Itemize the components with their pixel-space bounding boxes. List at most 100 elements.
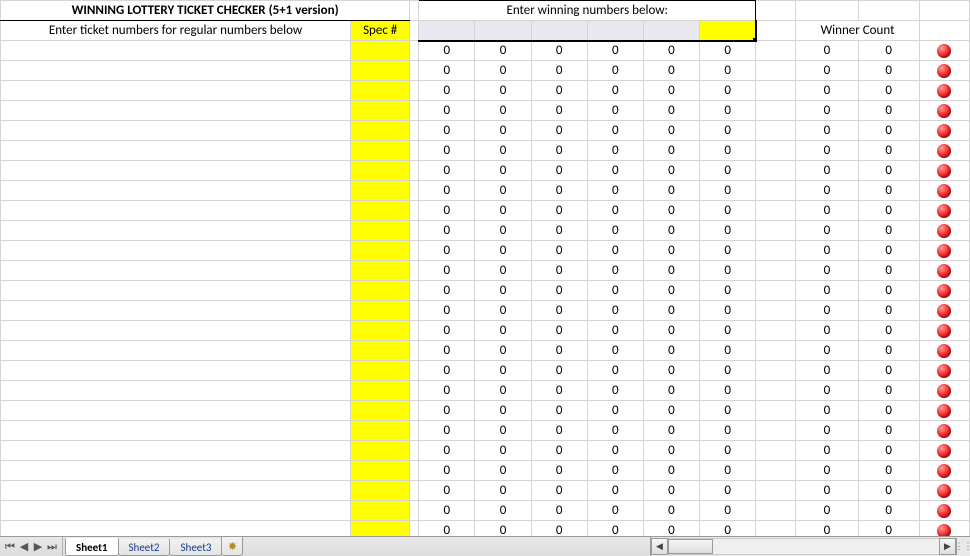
- status-indicator-cell[interactable]: [919, 61, 969, 81]
- ticket-number-cell[interactable]: [1, 461, 351, 481]
- ticket-number-cell[interactable]: [1, 41, 351, 61]
- result-cell[interactable]: 0: [531, 381, 587, 401]
- winner-count-cell[interactable]: 0: [796, 361, 858, 381]
- result-cell[interactable]: 0: [475, 521, 531, 537]
- ticket-number-cell[interactable]: [1, 161, 351, 181]
- cell[interactable]: [756, 121, 796, 141]
- status-indicator-cell[interactable]: [919, 261, 969, 281]
- ticket-number-cell[interactable]: [1, 101, 351, 121]
- ticket-number-cell[interactable]: [1, 321, 351, 341]
- result-cell[interactable]: 0: [531, 181, 587, 201]
- ticket-number-cell[interactable]: [1, 121, 351, 141]
- result-cell[interactable]: 0: [587, 361, 643, 381]
- winner-count-cell[interactable]: 0: [796, 161, 858, 181]
- spec-cell[interactable]: [351, 101, 410, 121]
- result-cell[interactable]: 0: [419, 381, 475, 401]
- spec-cell[interactable]: [351, 41, 410, 61]
- status-indicator-cell[interactable]: [919, 81, 969, 101]
- result-cell[interactable]: 0: [643, 201, 699, 221]
- spec-cell[interactable]: [351, 501, 410, 521]
- winner-count-cell[interactable]: 0: [796, 201, 858, 221]
- cell[interactable]: [410, 341, 419, 361]
- spec-cell[interactable]: [351, 301, 410, 321]
- status-indicator-cell[interactable]: [919, 501, 969, 521]
- result-cell[interactable]: 0: [643, 481, 699, 501]
- tab-nav-prev-icon[interactable]: ◀: [18, 540, 30, 553]
- ticket-number-cell[interactable]: [1, 521, 351, 537]
- status-indicator-cell[interactable]: [919, 401, 969, 421]
- result-cell[interactable]: 0: [643, 441, 699, 461]
- winner-count-cell[interactable]: 0: [858, 361, 919, 381]
- result-cell[interactable]: 0: [700, 281, 756, 301]
- cell[interactable]: [410, 241, 419, 261]
- result-cell[interactable]: 0: [419, 141, 475, 161]
- winner-count-cell[interactable]: 0: [796, 81, 858, 101]
- status-indicator-cell[interactable]: [919, 361, 969, 381]
- winner-count-cell[interactable]: 0: [858, 81, 919, 101]
- cell[interactable]: [756, 181, 796, 201]
- winner-count-cell[interactable]: 0: [858, 41, 919, 61]
- result-cell[interactable]: 0: [700, 321, 756, 341]
- ticket-number-cell[interactable]: [1, 201, 351, 221]
- result-cell[interactable]: 0: [531, 201, 587, 221]
- status-indicator-cell[interactable]: [919, 221, 969, 241]
- result-cell[interactable]: 0: [700, 301, 756, 321]
- spec-cell[interactable]: [351, 341, 410, 361]
- spec-cell[interactable]: [351, 121, 410, 141]
- winner-count-cell[interactable]: 0: [858, 61, 919, 81]
- status-indicator-cell[interactable]: [919, 301, 969, 321]
- spec-cell[interactable]: [351, 441, 410, 461]
- cell[interactable]: [756, 321, 796, 341]
- result-cell[interactable]: 0: [419, 121, 475, 141]
- result-cell[interactable]: 0: [587, 121, 643, 141]
- scroll-thumb[interactable]: [668, 539, 713, 554]
- cell[interactable]: [919, 1, 969, 21]
- cell[interactable]: [410, 181, 419, 201]
- result-cell[interactable]: 0: [587, 521, 643, 537]
- cell[interactable]: [756, 481, 796, 501]
- result-cell[interactable]: 0: [419, 501, 475, 521]
- winner-count-cell[interactable]: 0: [858, 201, 919, 221]
- result-cell[interactable]: 0: [643, 381, 699, 401]
- result-cell[interactable]: 0: [700, 201, 756, 221]
- result-cell[interactable]: 0: [587, 221, 643, 241]
- winning-number-input-1[interactable]: [419, 21, 475, 41]
- spec-cell[interactable]: [351, 181, 410, 201]
- result-cell[interactable]: 0: [531, 161, 587, 181]
- spec-cell[interactable]: [351, 381, 410, 401]
- result-cell[interactable]: 0: [700, 61, 756, 81]
- cell[interactable]: [756, 81, 796, 101]
- ticket-number-cell[interactable]: [1, 261, 351, 281]
- result-cell[interactable]: 0: [587, 401, 643, 421]
- result-cell[interactable]: 0: [531, 221, 587, 241]
- result-cell[interactable]: 0: [419, 101, 475, 121]
- cell[interactable]: [410, 501, 419, 521]
- spec-cell[interactable]: [351, 421, 410, 441]
- result-cell[interactable]: 0: [419, 41, 475, 61]
- result-cell[interactable]: 0: [475, 101, 531, 121]
- winner-count-cell[interactable]: 0: [858, 481, 919, 501]
- result-cell[interactable]: 0: [587, 501, 643, 521]
- result-cell[interactable]: 0: [419, 221, 475, 241]
- result-cell[interactable]: 0: [700, 481, 756, 501]
- winner-count-cell[interactable]: 0: [796, 441, 858, 461]
- result-cell[interactable]: 0: [587, 61, 643, 81]
- status-indicator-cell[interactable]: [919, 441, 969, 461]
- tab-nav-first-icon[interactable]: ⏮: [4, 540, 16, 554]
- status-indicator-cell[interactable]: [919, 321, 969, 341]
- winner-count-cell[interactable]: 0: [796, 121, 858, 141]
- result-cell[interactable]: 0: [475, 401, 531, 421]
- result-cell[interactable]: 0: [419, 361, 475, 381]
- result-cell[interactable]: 0: [475, 441, 531, 461]
- cell[interactable]: [410, 121, 419, 141]
- cell[interactable]: [756, 521, 796, 537]
- result-cell[interactable]: 0: [587, 301, 643, 321]
- winner-count-cell[interactable]: 0: [796, 241, 858, 261]
- winner-count-cell[interactable]: 0: [858, 461, 919, 481]
- result-cell[interactable]: 0: [419, 201, 475, 221]
- result-cell[interactable]: 0: [531, 61, 587, 81]
- result-cell[interactable]: 0: [531, 121, 587, 141]
- result-cell[interactable]: 0: [475, 281, 531, 301]
- result-cell[interactable]: 0: [419, 81, 475, 101]
- result-cell[interactable]: 0: [643, 361, 699, 381]
